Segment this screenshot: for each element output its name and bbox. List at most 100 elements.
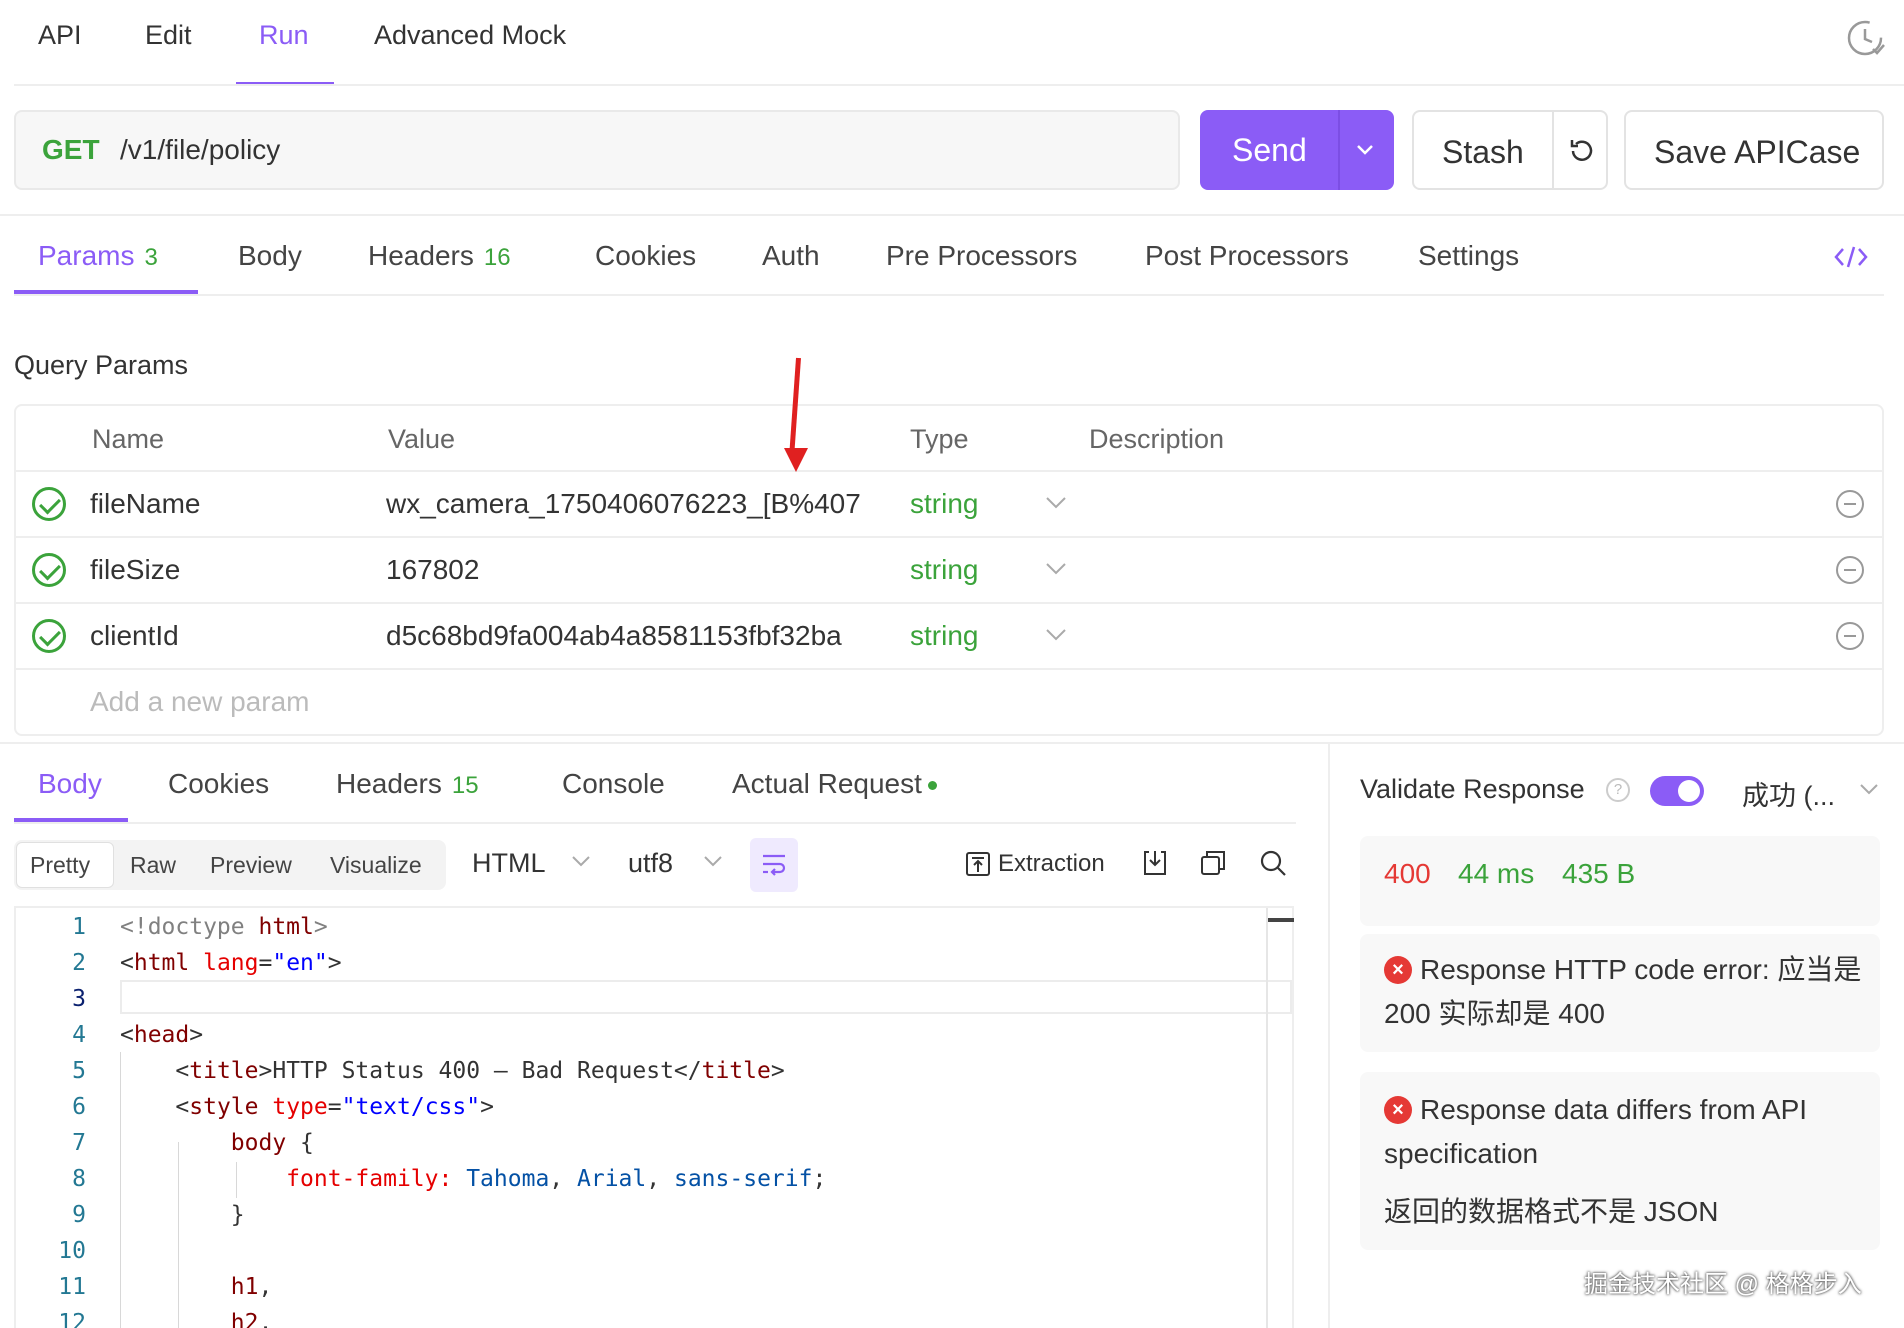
download-icon[interactable] bbox=[1140, 848, 1170, 878]
line-number: 10 bbox=[58, 1238, 86, 1264]
tab-console[interactable]: Console bbox=[562, 768, 665, 800]
send-label: Send bbox=[1232, 132, 1307, 168]
param-type[interactable]: string bbox=[910, 554, 978, 586]
line-number: 7 bbox=[72, 1130, 86, 1156]
tab-actual-request-label: Actual Request bbox=[732, 768, 922, 799]
editor-scrollbar-thumb[interactable] bbox=[1268, 918, 1294, 922]
line-number: 3 bbox=[72, 986, 86, 1012]
watermark: 掘金技术社区 @ 格格步入 bbox=[1584, 1271, 1862, 1298]
tab-pre-processors[interactable]: Pre Processors bbox=[886, 240, 1077, 272]
tab-auth[interactable]: Auth bbox=[762, 240, 820, 272]
check-circle-icon[interactable] bbox=[32, 619, 66, 653]
validate-toggle[interactable] bbox=[1650, 776, 1704, 806]
line-number: 1 bbox=[72, 914, 86, 940]
tab-response-cookies[interactable]: Cookies bbox=[168, 768, 269, 800]
chevron-down-icon[interactable] bbox=[702, 854, 724, 870]
response-time: 44 ms bbox=[1458, 858, 1535, 889]
chevron-down-icon[interactable] bbox=[1858, 782, 1880, 798]
error-message: × Response data differs from API specific… bbox=[1384, 1088, 1874, 1176]
copy-icon[interactable] bbox=[1198, 848, 1228, 878]
chevron-down-icon[interactable] bbox=[1044, 560, 1068, 578]
param-type[interactable]: string bbox=[910, 488, 978, 520]
error-detail: 返回的数据格式不是 JSON bbox=[1384, 1196, 1719, 1227]
view-raw[interactable]: Raw bbox=[130, 852, 176, 879]
encoding-select[interactable]: utf8 bbox=[628, 848, 673, 879]
code-line: <head> bbox=[120, 1022, 204, 1048]
search-icon[interactable] bbox=[1258, 848, 1288, 878]
view-preview[interactable]: Preview bbox=[210, 852, 292, 879]
http-method[interactable]: GET bbox=[42, 134, 100, 166]
tab-params[interactable]: Params 3 bbox=[38, 240, 158, 272]
check-circle-icon[interactable] bbox=[32, 553, 66, 587]
add-param-input[interactable]: Add a new param bbox=[90, 686, 309, 718]
tab-body[interactable]: Body bbox=[238, 240, 302, 272]
col-name: Name bbox=[92, 424, 165, 454]
format-select[interactable]: HTML bbox=[472, 848, 546, 879]
minus-circle-icon[interactable] bbox=[1836, 622, 1864, 650]
error-text: Response HTTP code error: 应当是 200 实际却是 4… bbox=[1384, 954, 1862, 1029]
save-apicase-button[interactable]: Save APICase bbox=[1624, 110, 1884, 190]
param-name[interactable]: fileSize bbox=[90, 554, 180, 586]
col-value: Value bbox=[388, 424, 456, 454]
minus-circle-icon[interactable] bbox=[1836, 490, 1864, 518]
history-icon[interactable] bbox=[1846, 18, 1886, 58]
tab-advanced-mock[interactable]: Advanced Mock bbox=[374, 20, 566, 51]
response-code-editor[interactable]: 1 2 3 4 5 6 7 8 9 10 11 12 <!doctype htm… bbox=[14, 906, 1294, 1328]
tab-run[interactable]: Run bbox=[259, 20, 309, 51]
help-icon[interactable]: ? bbox=[1606, 778, 1630, 802]
param-name[interactable]: clientId bbox=[90, 620, 179, 652]
tab-params-label: Params bbox=[38, 240, 135, 271]
divider bbox=[0, 742, 1904, 744]
tab-post-processors[interactable]: Post Processors bbox=[1145, 240, 1349, 272]
param-value[interactable]: wx_camera_1750406076223_[B%407 bbox=[386, 488, 904, 520]
refresh-icon[interactable] bbox=[1566, 136, 1596, 166]
params-table: Name Value Type Description fileName wx_… bbox=[14, 404, 1884, 736]
chevron-down-icon[interactable] bbox=[1353, 140, 1377, 160]
line-number: 9 bbox=[72, 1202, 86, 1228]
view-pretty[interactable]: Pretty bbox=[30, 852, 90, 879]
extraction-button[interactable]: Extraction bbox=[998, 850, 1105, 878]
chevron-down-icon[interactable] bbox=[570, 854, 592, 870]
tab-cookies[interactable]: Cookies bbox=[595, 240, 696, 272]
tab-response-body[interactable]: Body bbox=[38, 768, 102, 800]
col-description: Description bbox=[1089, 424, 1225, 454]
table-row: Add a new param bbox=[16, 668, 1882, 734]
status-dot bbox=[927, 781, 937, 791]
param-name[interactable]: fileName bbox=[90, 488, 200, 520]
chevron-down-icon[interactable] bbox=[1044, 494, 1068, 512]
tab-edit[interactable]: Edit bbox=[145, 20, 192, 51]
tab-api[interactable]: API bbox=[38, 20, 82, 51]
param-value[interactable]: d5c68bd9fa004ab4a8581153fbf32ba bbox=[386, 620, 904, 652]
view-visualize[interactable]: Visualize bbox=[330, 852, 422, 879]
tab-settings[interactable]: Settings bbox=[1418, 240, 1519, 272]
tab-actual-request[interactable]: Actual Request bbox=[732, 768, 937, 800]
code-line: <style type="text/css"> bbox=[175, 1094, 494, 1120]
tab-response-headers[interactable]: Headers 15 bbox=[336, 768, 479, 800]
error-icon: × bbox=[1384, 1096, 1412, 1124]
stash-button[interactable]: Stash bbox=[1412, 110, 1608, 190]
code-line: h1, bbox=[230, 1274, 273, 1300]
extraction-icon[interactable] bbox=[964, 850, 992, 878]
code-icon[interactable] bbox=[1834, 244, 1868, 270]
check-circle-icon[interactable] bbox=[32, 487, 66, 521]
table-row: fileName wx_camera_1750406076223_[B%407 … bbox=[16, 470, 1882, 536]
code-line: <title>HTTP Status 400 – Bad Request</ti… bbox=[175, 1058, 785, 1084]
minus-circle-icon[interactable] bbox=[1836, 556, 1864, 584]
line-number: 12 bbox=[58, 1310, 86, 1328]
url-input[interactable]: /v1/file/policy bbox=[120, 134, 280, 166]
error-icon: × bbox=[1384, 956, 1412, 984]
wrap-lines-button[interactable] bbox=[750, 838, 798, 892]
divider bbox=[14, 294, 1884, 296]
url-bar[interactable]: GET /v1/file/policy bbox=[14, 110, 1180, 190]
editor-scrollbar-track[interactable] bbox=[1266, 908, 1268, 1328]
response-headers-count: 15 bbox=[451, 772, 479, 799]
param-value[interactable]: 167802 bbox=[386, 554, 904, 586]
send-button[interactable]: Send bbox=[1200, 110, 1394, 190]
query-params-title: Query Params bbox=[14, 350, 189, 380]
view-mode-selector: Pretty Raw Preview Visualize bbox=[14, 840, 446, 890]
line-number: 2 bbox=[72, 950, 86, 976]
tab-headers[interactable]: Headers 16 bbox=[368, 240, 511, 272]
validate-environment-select[interactable]: 成功 (... bbox=[1742, 774, 1835, 813]
param-type[interactable]: string bbox=[910, 620, 978, 652]
chevron-down-icon[interactable] bbox=[1044, 626, 1068, 644]
